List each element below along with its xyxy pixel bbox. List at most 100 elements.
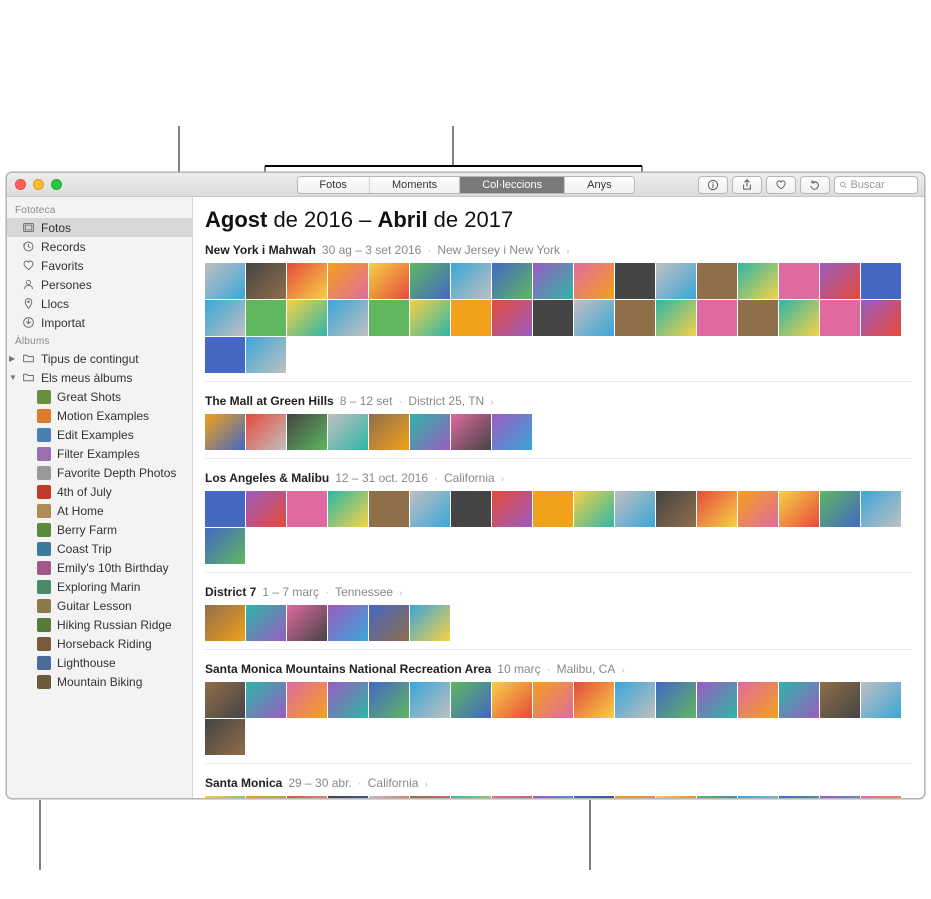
- photo-thumbnail[interactable]: [656, 263, 696, 299]
- sidebar-album-exploring-marin[interactable]: Exploring Marin: [7, 577, 192, 596]
- photo-thumbnail[interactable]: [697, 682, 737, 718]
- photo-thumbnail[interactable]: [369, 414, 409, 450]
- photo-thumbnail[interactable]: [287, 796, 327, 798]
- photo-thumbnail[interactable]: [697, 300, 737, 336]
- photo-thumbnail[interactable]: [779, 263, 819, 299]
- photo-thumbnail[interactable]: [861, 300, 901, 336]
- photo-thumbnail[interactable]: [861, 263, 901, 299]
- collection-header[interactable]: Santa Monica Mountains National Recreati…: [205, 662, 912, 676]
- view-tab-anys[interactable]: Anys: [565, 177, 633, 193]
- sidebar-album-motion-examples[interactable]: Motion Examples: [7, 406, 192, 425]
- photo-thumbnail[interactable]: [328, 491, 368, 527]
- photo-thumbnail[interactable]: [369, 491, 409, 527]
- photo-thumbnail[interactable]: [205, 719, 245, 755]
- photo-thumbnail[interactable]: [697, 796, 737, 798]
- close-window-button[interactable]: [15, 179, 26, 190]
- sidebar-item-records[interactable]: Records: [7, 237, 192, 256]
- photo-thumbnail[interactable]: [779, 682, 819, 718]
- photo-thumbnail[interactable]: [246, 491, 286, 527]
- sidebar-item-favorits[interactable]: Favorits: [7, 256, 192, 275]
- photo-thumbnail[interactable]: [533, 796, 573, 798]
- share-button[interactable]: [732, 176, 762, 194]
- photo-thumbnail[interactable]: [328, 300, 368, 336]
- photo-thumbnail[interactable]: [205, 682, 245, 718]
- photo-thumbnail[interactable]: [574, 491, 614, 527]
- photo-thumbnail[interactable]: [205, 414, 245, 450]
- photo-thumbnail[interactable]: [410, 300, 450, 336]
- view-tab-colleccions[interactable]: Col·leccions: [460, 177, 565, 193]
- sidebar-album-mountain-biking[interactable]: Mountain Biking: [7, 672, 192, 691]
- photo-thumbnail[interactable]: [205, 491, 245, 527]
- photo-thumbnail[interactable]: [861, 682, 901, 718]
- photo-thumbnail[interactable]: [492, 300, 532, 336]
- sidebar-album-emily-s-10th-birthday[interactable]: Emily's 10th Birthday: [7, 558, 192, 577]
- photo-thumbnail[interactable]: [410, 491, 450, 527]
- sidebar-item-tipus-de-contingut[interactable]: ▶Tipus de contingut: [7, 349, 192, 368]
- sidebar-item-els-meus-lbums[interactable]: ▼Els meus àlbums: [7, 368, 192, 387]
- photo-thumbnail[interactable]: [615, 300, 655, 336]
- photo-thumbnail[interactable]: [246, 263, 286, 299]
- chevron-right-icon[interactable]: ▶: [9, 354, 15, 363]
- photo-thumbnail[interactable]: [205, 263, 245, 299]
- photo-thumbnail[interactable]: [287, 414, 327, 450]
- photo-thumbnail[interactable]: [246, 337, 286, 373]
- photo-thumbnail[interactable]: [738, 263, 778, 299]
- photo-thumbnail[interactable]: [779, 796, 819, 798]
- photo-thumbnail[interactable]: [410, 682, 450, 718]
- photo-thumbnail[interactable]: [697, 491, 737, 527]
- collection-header[interactable]: Santa Monica29 – 30 abr.·California›: [205, 776, 912, 790]
- photo-thumbnail[interactable]: [738, 491, 778, 527]
- photo-thumbnail[interactable]: [328, 796, 368, 798]
- photo-thumbnail[interactable]: [779, 300, 819, 336]
- photo-thumbnail[interactable]: [820, 263, 860, 299]
- photo-thumbnail[interactable]: [861, 491, 901, 527]
- sidebar-album-edit-examples[interactable]: Edit Examples: [7, 425, 192, 444]
- zoom-window-button[interactable]: [51, 179, 62, 190]
- info-button[interactable]: [698, 176, 728, 194]
- sidebar-item-fotos[interactable]: Fotos: [7, 218, 192, 237]
- sidebar-item-persones[interactable]: Persones: [7, 275, 192, 294]
- photo-thumbnail[interactable]: [369, 263, 409, 299]
- photo-thumbnail[interactable]: [205, 605, 245, 641]
- photo-thumbnail[interactable]: [820, 796, 860, 798]
- photo-thumbnail[interactable]: [615, 682, 655, 718]
- photo-thumbnail[interactable]: [246, 796, 286, 798]
- photo-thumbnail[interactable]: [656, 300, 696, 336]
- photo-thumbnail[interactable]: [697, 263, 737, 299]
- photo-thumbnail[interactable]: [451, 491, 491, 527]
- photo-thumbnail[interactable]: [246, 414, 286, 450]
- photo-thumbnail[interactable]: [287, 300, 327, 336]
- photo-thumbnail[interactable]: [492, 263, 532, 299]
- photo-thumbnail[interactable]: [615, 796, 655, 798]
- photo-thumbnail[interactable]: [656, 682, 696, 718]
- main-content[interactable]: Agost de 2016 – Abril de 2017 New York i…: [193, 197, 924, 798]
- photo-thumbnail[interactable]: [533, 682, 573, 718]
- photo-thumbnail[interactable]: [492, 491, 532, 527]
- photo-thumbnail[interactable]: [287, 491, 327, 527]
- photo-thumbnail[interactable]: [246, 682, 286, 718]
- photo-thumbnail[interactable]: [451, 796, 491, 798]
- photo-thumbnail[interactable]: [533, 491, 573, 527]
- photo-thumbnail[interactable]: [410, 605, 450, 641]
- photo-thumbnail[interactable]: [205, 796, 245, 798]
- chevron-down-icon[interactable]: ▼: [9, 373, 15, 382]
- photo-thumbnail[interactable]: [656, 796, 696, 798]
- photo-thumbnail[interactable]: [328, 682, 368, 718]
- photo-thumbnail[interactable]: [246, 300, 286, 336]
- photo-thumbnail[interactable]: [410, 414, 450, 450]
- rotate-button[interactable]: [800, 176, 830, 194]
- photo-thumbnail[interactable]: [369, 796, 409, 798]
- photo-thumbnail[interactable]: [205, 300, 245, 336]
- photo-thumbnail[interactable]: [246, 605, 286, 641]
- sidebar-album-hiking-russian-ridge[interactable]: Hiking Russian Ridge: [7, 615, 192, 634]
- photo-thumbnail[interactable]: [328, 263, 368, 299]
- photo-thumbnail[interactable]: [656, 491, 696, 527]
- photo-thumbnail[interactable]: [410, 263, 450, 299]
- photo-thumbnail[interactable]: [369, 605, 409, 641]
- search-field[interactable]: [834, 176, 918, 194]
- photo-thumbnail[interactable]: [533, 263, 573, 299]
- photo-thumbnail[interactable]: [574, 300, 614, 336]
- sidebar-album-guitar-lesson[interactable]: Guitar Lesson: [7, 596, 192, 615]
- photo-thumbnail[interactable]: [492, 682, 532, 718]
- photo-thumbnail[interactable]: [287, 263, 327, 299]
